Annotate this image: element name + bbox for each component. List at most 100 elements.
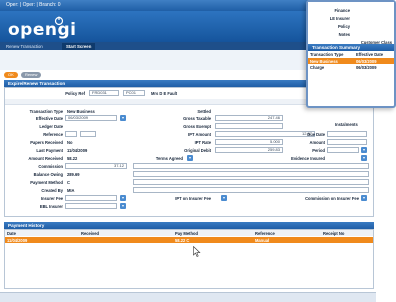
payment-history-table: Date Received Pay Method Reference Recei…: [4, 229, 374, 289]
payment-method-value: C: [67, 180, 70, 185]
ebl-insurer-dropdown-icon[interactable]: ▾: [120, 203, 126, 209]
logo-swoosh-icon: [54, 16, 64, 26]
transaction-summary-title: Transaction Summary: [312, 45, 360, 50]
period-field[interactable]: [327, 147, 359, 153]
last-payment-value: 11/04/2009: [67, 148, 88, 153]
notes-field-2[interactable]: [133, 171, 369, 177]
effective-date-label: Effective Date: [35, 116, 63, 121]
notes-field-3[interactable]: [133, 179, 369, 185]
gross-exempt-label: Gross Exempt: [183, 124, 211, 129]
policy-label: Policy: [337, 24, 350, 29]
table-header-row: Date Received Pay Method Reference Recei…: [5, 230, 373, 236]
created-by-label: Created By: [41, 188, 63, 193]
table-row[interactable]: 11/04/2009 58.22 C Manual: [5, 237, 373, 243]
notes-field-4[interactable]: [133, 187, 369, 193]
insurer-fee-field[interactable]: [65, 195, 117, 201]
row-date: 11/04/2009: [7, 238, 28, 243]
ipt-rate-label: IPT Rate: [194, 140, 211, 145]
opengi-logo: opengi: [8, 20, 76, 40]
title-bar-text: Oper: | Oper: | Branch: 0: [6, 2, 61, 8]
ipt-amount-label: IPT Amount: [188, 132, 211, 137]
ebl-insurer-label: EBL Insurer: [39, 204, 63, 209]
table-row[interactable]: Charge 06/03/2009: [308, 64, 394, 70]
gross-taxable-label: Gross Taxable: [183, 116, 211, 121]
ok-button[interactable]: OK: [4, 72, 18, 78]
terms-agreed-dropdown-icon[interactable]: ▾: [187, 155, 193, 161]
commission-field[interactable]: 37.12: [65, 163, 127, 169]
mouse-cursor-icon: [193, 246, 201, 257]
column-pay-method: Pay Method: [175, 231, 198, 236]
due-date-label: Due Date: [307, 132, 325, 137]
instalments-label: Instalments: [335, 122, 358, 127]
row-pay-method: 58.22 C: [175, 238, 190, 243]
ebl-insurer-field[interactable]: [65, 203, 117, 209]
column-received: Received: [81, 231, 99, 236]
amount-label: Amount: [309, 140, 325, 145]
settled-label: Settled: [197, 109, 211, 114]
original-debit-label: Original Debit: [184, 148, 211, 153]
tab-label: Start Screen: [66, 44, 92, 49]
original-debit-field[interactable]: 259.83: [215, 147, 283, 153]
evidence-insured-dropdown-icon[interactable]: ▾: [361, 155, 367, 161]
le-insurer-label: LE Insurer: [329, 16, 350, 21]
renew-button[interactable]: Renew: [20, 72, 42, 78]
commission-notes-field[interactable]: [133, 163, 369, 169]
commission-on-insurer-fee-dropdown-icon[interactable]: ▾: [361, 195, 367, 201]
commission-on-insurer-fee-label: Commission on Insurer Fee: [305, 196, 359, 201]
balance-owing-value: 289.69: [67, 172, 80, 177]
calendar-icon[interactable]: ▾: [120, 115, 126, 121]
column-receipt-no: Receipt No: [323, 231, 345, 236]
payment-method-label: Payment Method: [30, 180, 63, 185]
gross-taxable-field[interactable]: 247.46: [215, 115, 283, 121]
action-buttons: OK Renew: [4, 72, 43, 78]
tab-start-screen[interactable]: Start Screen: [62, 43, 96, 50]
last-payment-label: Last Payment: [36, 148, 63, 153]
policy-ref-label: Policy Ref: [65, 91, 85, 96]
ipt-rate-field[interactable]: 5.000: [215, 139, 283, 145]
row-effective-date: 06/03/2009: [356, 65, 377, 70]
amount-received-label: Amount Received: [28, 156, 63, 161]
period-dropdown-icon[interactable]: ▾: [361, 147, 367, 153]
tab-renew-transaction[interactable]: Renew Transaction: [2, 43, 47, 50]
papers-received-value: No: [67, 140, 73, 145]
effective-date-field[interactable]: 06/03/2009: [65, 115, 117, 121]
ipt-on-insurer-fee-dropdown-icon[interactable]: ▾: [221, 195, 227, 201]
papers-received-label: Papers Received: [30, 140, 63, 145]
section-title: Expire/Renew Transaction: [8, 81, 66, 86]
row-transaction-type: Charge: [310, 65, 325, 70]
amount-received-value: 58.22: [67, 156, 78, 161]
transaction-summary-header: Transaction Summary: [308, 44, 394, 51]
column-date: Date: [7, 231, 16, 236]
notes-label: Notes: [338, 32, 350, 37]
popup-fields: Finance LE Insurer Policy Notes Customer…: [308, 2, 394, 45]
due-date-field[interactable]: [327, 131, 367, 137]
status-bar: [0, 292, 376, 302]
reference-field-1[interactable]: [65, 131, 77, 137]
ipt-on-insurer-fee-label: IPT on Insurer Fee: [175, 196, 211, 201]
commission-label: Commission: [38, 164, 63, 169]
balance-owing-label: Balance Owing: [33, 172, 63, 177]
period-label: Period: [312, 148, 325, 153]
client-name: Mrs D E Fault: [151, 91, 178, 96]
column-transaction-type: Transaction Type: [310, 52, 344, 57]
column-effective-date: Effective Date: [356, 52, 384, 57]
payment-history-header: Payment History: [4, 222, 374, 229]
ledger-date-label: Ledger Date: [39, 124, 63, 129]
gross-exempt-field[interactable]: [215, 123, 283, 129]
policy-ref-sub-field[interactable]: PC01: [123, 90, 145, 96]
policy-ref-code-field[interactable]: FRD031: [89, 90, 119, 96]
summary-header-row: Transaction Type Effective Date: [308, 51, 394, 58]
transaction-type-label: Transaction Type: [29, 109, 63, 114]
transaction-type-value: New Business: [67, 109, 95, 114]
amount-field[interactable]: [327, 139, 367, 145]
insurer-fee-dropdown-icon[interactable]: ▾: [120, 195, 126, 201]
terms-agreed-label: Terms Agreed: [155, 156, 183, 161]
reference-field-2[interactable]: [80, 131, 96, 137]
finance-label: Finance: [334, 8, 350, 13]
payment-history-title: Payment History: [8, 223, 45, 228]
logo-text: opengi: [8, 20, 77, 40]
transaction-summary-popup: Finance LE Insurer Policy Notes Customer…: [306, 0, 396, 108]
column-reference: Reference: [255, 231, 275, 236]
tab-label: Renew Transaction: [6, 44, 43, 49]
row-reference: Manual: [255, 238, 270, 243]
